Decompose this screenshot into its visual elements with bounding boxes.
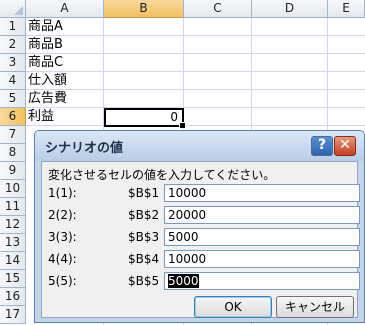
field-label: 3(3): [48,230,77,244]
value-input-1[interactable]: 10000 [164,184,360,202]
row-header-6[interactable]: 6 [0,108,26,126]
help-button[interactable]: ? [311,136,333,156]
row-header-8[interactable]: 8 [0,144,26,162]
gridline [26,89,365,90]
field-cell-ref: $B$2 [128,208,160,222]
row-header-13[interactable]: 13 [0,234,26,252]
cancel-button[interactable]: キャンセル [276,296,354,318]
column-header-d[interactable]: D [252,0,328,18]
field-label: 1(1): [48,186,77,200]
field-label: 4(4): [48,252,77,266]
row-header-11[interactable]: 11 [0,198,26,216]
field-row: 1(1): $B$1 10000 [48,184,360,202]
field-cell-ref: $B$5 [128,274,160,288]
selected-value-text: 5000 [168,274,199,288]
field-row: 4(4): $B$4 10000 [48,250,360,268]
field-cell-ref: $B$4 [128,252,160,266]
row-header-10[interactable]: 10 [0,180,26,198]
row-header-15[interactable]: 15 [0,270,26,288]
row-header-14[interactable]: 14 [0,252,26,270]
value-input-3[interactable]: 5000 [164,228,360,246]
field-row: 5(5): $B$5 5000 [48,272,360,290]
value-input-5[interactable]: 5000 [164,272,360,290]
row-header-9[interactable]: 9 [0,162,26,180]
column-header-a[interactable]: A [26,0,104,18]
row-header-7[interactable]: 7 [0,126,26,144]
row-header-12[interactable]: 12 [0,216,26,234]
value-input-4[interactable]: 10000 [164,250,360,268]
row-header-1[interactable]: 1 [0,18,26,36]
gridline [26,71,365,72]
field-cell-ref: $B$3 [128,230,160,244]
close-button[interactable]: ✕ [334,136,356,156]
row-header-2[interactable]: 2 [0,36,26,54]
select-all-corner[interactable] [0,0,26,18]
dialog-titlebar[interactable]: シナリオの値 ? ✕ [35,131,364,161]
column-header-b[interactable]: B [104,0,184,18]
cell-a4[interactable]: 仕入額 [28,72,67,90]
field-row: 2(2): $B$2 20000 [48,206,360,224]
row-header-5[interactable]: 5 [0,90,26,108]
spreadsheet: A B C D E 1 2 3 4 5 6 7 8 9 10 11 12 13 … [0,0,365,325]
cell-a2[interactable]: 商品B [28,36,63,54]
field-label: 5(5): [48,274,77,288]
gridline [26,125,365,126]
row-header-17[interactable]: 17 [0,306,26,324]
gridline [26,35,365,36]
dialog-title: シナリオの値 [45,141,124,156]
column-header-c[interactable]: C [184,0,252,18]
cell-a3[interactable]: 商品C [28,54,63,72]
active-cell-b6[interactable]: 0 [104,108,186,129]
field-label: 2(2): [48,208,77,222]
row-header-16[interactable]: 16 [0,288,26,306]
gridline [26,107,365,108]
column-header-e[interactable]: E [328,0,365,18]
ok-button[interactable]: OK [194,296,272,318]
field-row: 3(3): $B$3 5000 [48,228,360,246]
value-input-2[interactable]: 20000 [164,206,360,224]
cell-a5[interactable]: 広告費 [28,90,67,108]
scenario-values-dialog: シナリオの値 ? ✕ 変化させるセルの値を入力してください。 1(1): $B$… [34,130,365,323]
cell-a1[interactable]: 商品A [28,18,63,36]
dialog-body: 変化させるセルの値を入力してください。 1(1): $B$1 10000 2(2… [41,161,360,318]
row-header-4[interactable]: 4 [0,72,26,90]
cell-a6[interactable]: 利益 [28,108,54,126]
field-cell-ref: $B$1 [128,186,160,200]
row-header-3[interactable]: 3 [0,54,26,72]
gridline [26,53,365,54]
dialog-instruction: 変化させるセルの値を入力してください。 [48,168,276,182]
